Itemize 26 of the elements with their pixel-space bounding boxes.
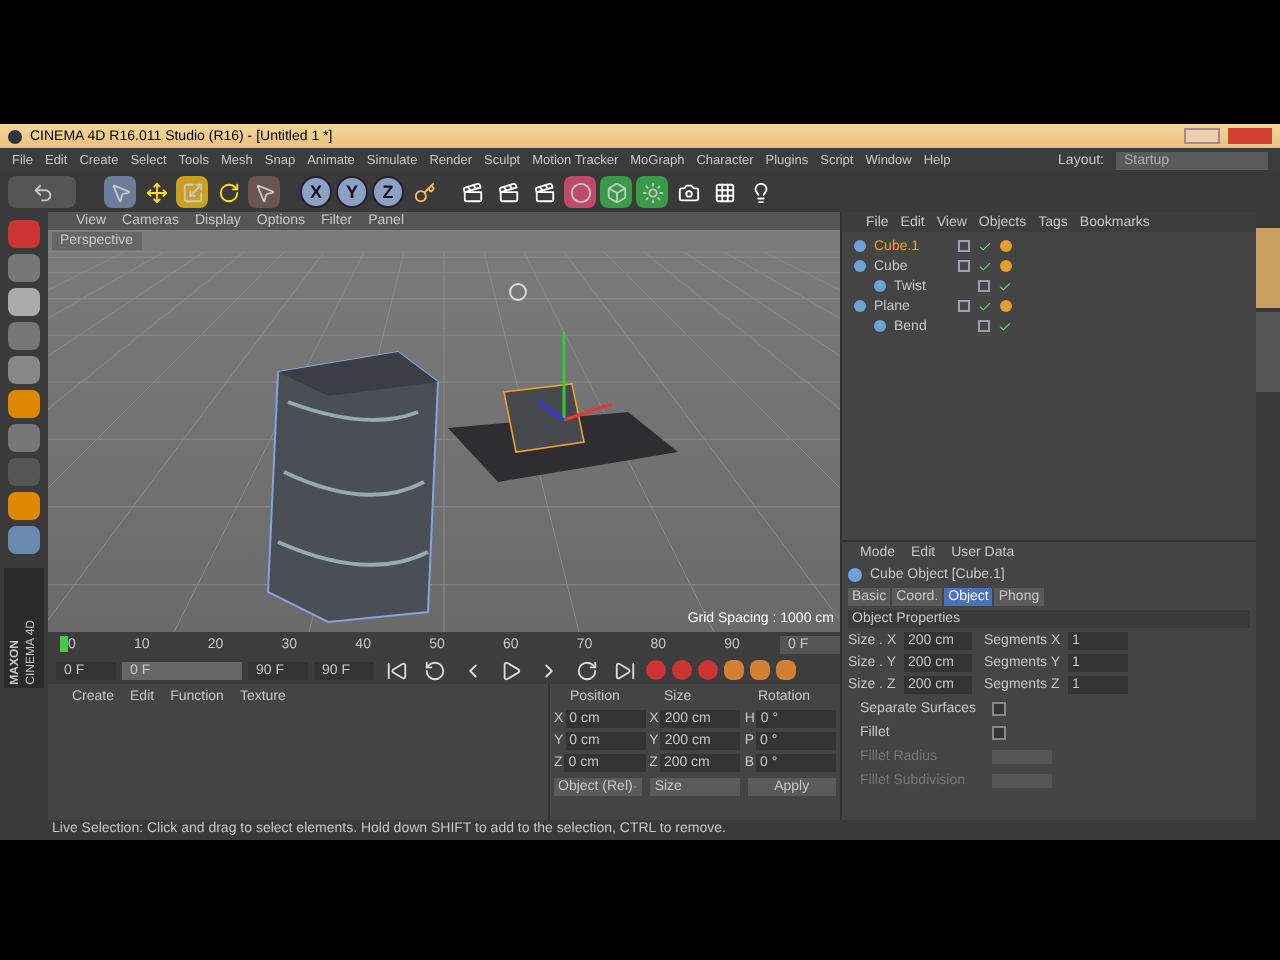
pointer-icon[interactable] (248, 176, 280, 208)
cube-icon (848, 568, 862, 582)
pointer-icon[interactable] (104, 176, 136, 208)
scale-icon[interactable] (176, 176, 208, 208)
tag-icon[interactable] (1000, 300, 1012, 312)
mode-icon[interactable] (8, 254, 40, 282)
axis-lock-button[interactable]: X (300, 176, 332, 208)
checkbox[interactable] (992, 726, 1006, 740)
undo-icon[interactable] (8, 176, 76, 208)
light-icon[interactable] (636, 176, 668, 208)
app-icon (8, 129, 22, 143)
checkbox[interactable] (992, 702, 1006, 716)
mode-icon[interactable] (8, 322, 40, 350)
mode-icon[interactable] (8, 492, 40, 520)
axis-gizmo-icon (537, 332, 613, 422)
mode-icon[interactable] (8, 220, 40, 248)
sphere-icon[interactable] (564, 176, 596, 208)
axis-lock-button[interactable]: Z (372, 176, 404, 208)
mode-icon[interactable] (8, 356, 40, 384)
axis-lock-button[interactable]: Y (336, 176, 368, 208)
mode-icon[interactable] (8, 288, 40, 316)
mode-icon[interactable] (8, 424, 40, 452)
cube-icon[interactable] (600, 176, 632, 208)
mode-icon[interactable] (8, 526, 40, 554)
light-icon (509, 283, 527, 301)
mode-icon[interactable] (8, 390, 40, 418)
